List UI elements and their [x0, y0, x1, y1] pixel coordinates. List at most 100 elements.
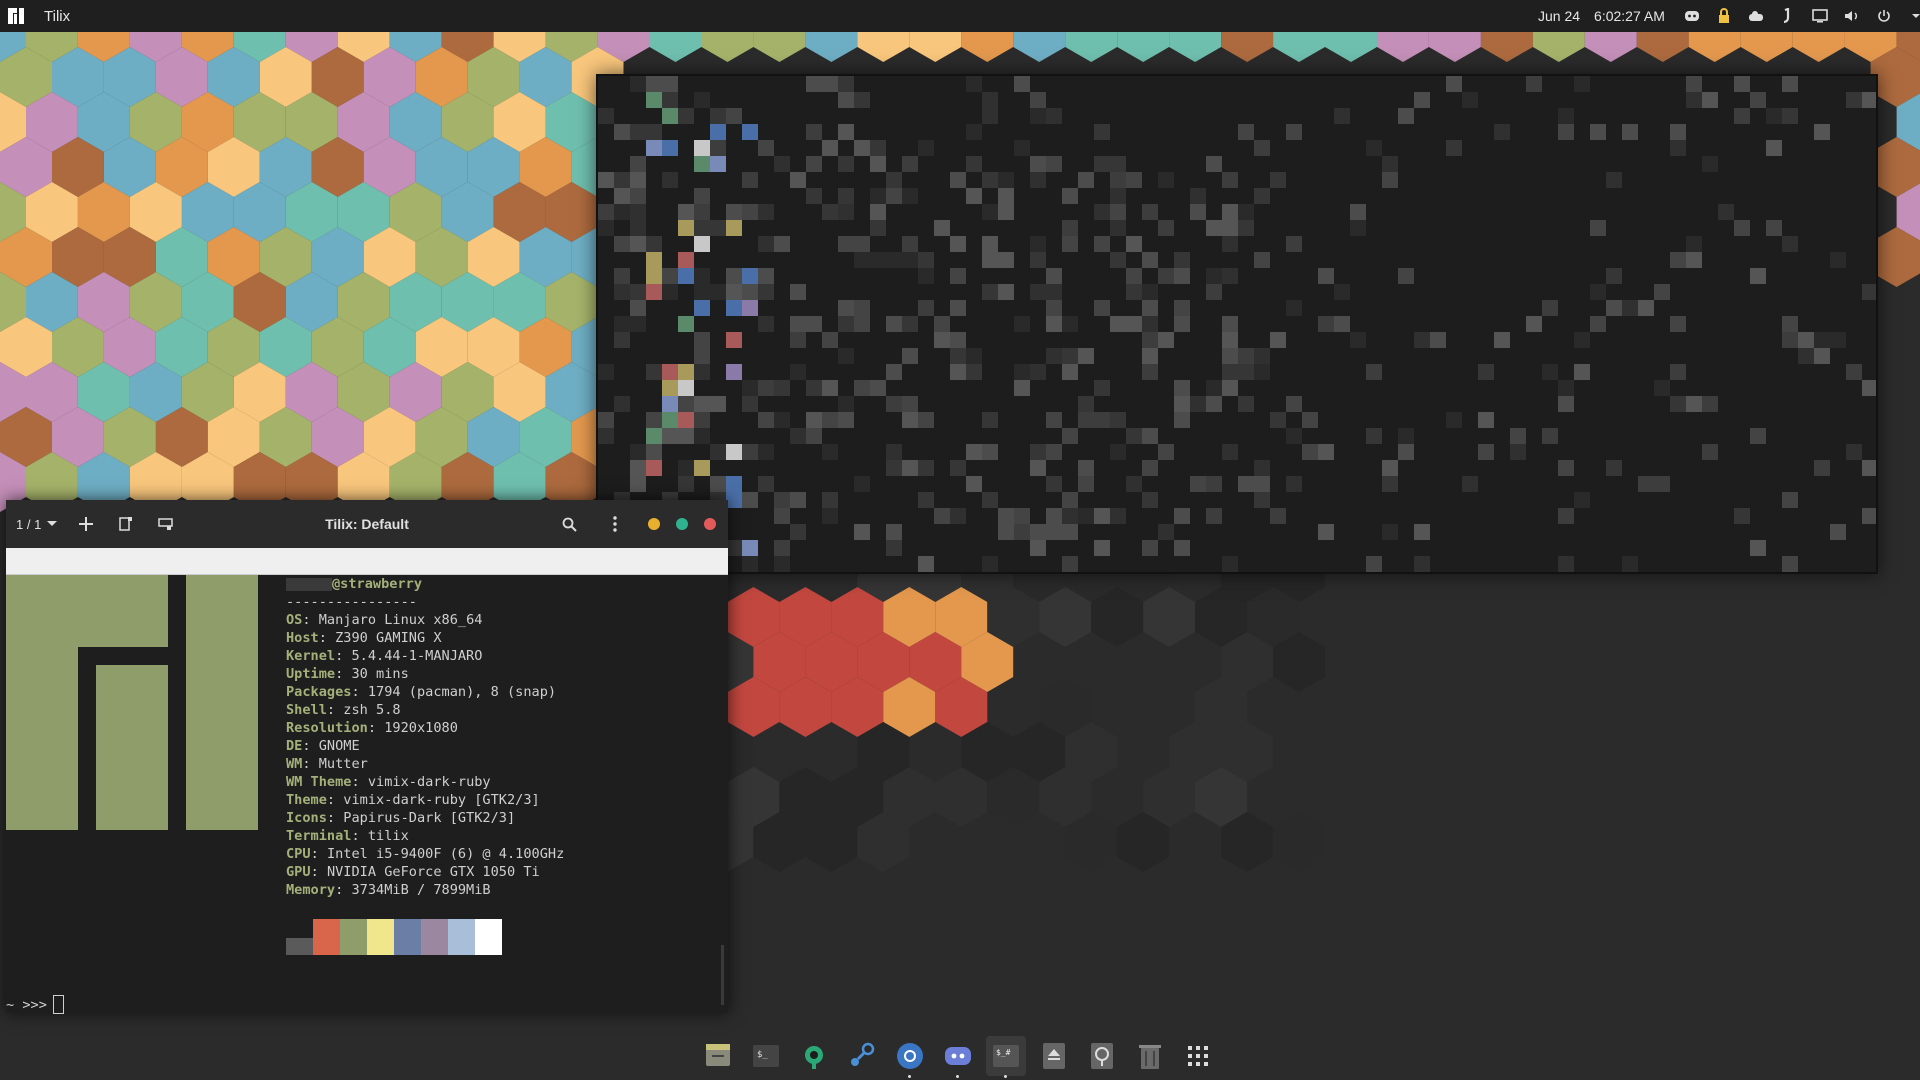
palette-swatch — [421, 919, 448, 955]
neofetch-key: Kernel — [286, 648, 336, 664]
app-menu[interactable]: Tilix — [44, 8, 70, 25]
running-indicator — [956, 1075, 959, 1078]
menu-button[interactable] — [600, 509, 630, 539]
volume-icon[interactable] — [1843, 7, 1861, 25]
neofetch-key: Resolution — [286, 720, 368, 736]
neofetch-value: tilix — [367, 828, 409, 844]
cloud-icon[interactable] — [1747, 7, 1765, 25]
dock-settings[interactable] — [794, 1036, 834, 1076]
neofetch-line: Packages: 1794 (pacman), 8 (snap) — [286, 684, 557, 700]
disk-icon — [1091, 1043, 1113, 1069]
dock-steam[interactable] — [842, 1036, 882, 1076]
wrench-icon — [805, 1046, 823, 1069]
shell-prompt[interactable]: ~ >>> — [6, 995, 64, 1014]
svg-text:$_: $_ — [757, 1050, 768, 1060]
steam-icon — [851, 1042, 875, 1066]
dock-disk[interactable] — [1082, 1036, 1122, 1076]
split-right-icon — [119, 517, 133, 531]
dock-chromium[interactable] — [890, 1036, 930, 1078]
lock-icon[interactable] — [1715, 7, 1733, 25]
username-redacted — [286, 577, 332, 591]
neofetch-line: Terminal: tilix — [286, 828, 409, 844]
neofetch-key: Host — [286, 630, 319, 646]
session-switcher[interactable]: 1 / 1 — [16, 509, 58, 539]
neofetch-value: 1794 (pacman), 8 (snap) — [367, 684, 557, 700]
neofetch-line: WM Theme: vimix-dark-ruby — [286, 774, 491, 790]
plus-icon — [79, 517, 94, 531]
neofetch-key: Theme — [286, 792, 327, 808]
svg-text:$_#: $_# — [996, 1048, 1011, 1057]
neofetch-line: Icons: Papirus-Dark [GTK2/3] — [286, 810, 516, 826]
dash-to-dock: $_ $_# — [698, 1036, 1218, 1078]
kebab-menu-icon — [613, 516, 617, 532]
chromium-icon — [897, 1043, 923, 1069]
terminal-scrollbar[interactable] — [721, 945, 724, 1005]
palette-swatch — [313, 919, 340, 955]
session-label: 1 / 1 — [16, 516, 42, 532]
neofetch-value: GNOME — [318, 738, 360, 754]
top-bar: Tilix Jun 24 6:02:27 AM — [0, 0, 1920, 32]
new-session-button[interactable] — [71, 509, 101, 539]
terminal-title-bar[interactable] — [6, 548, 728, 575]
screen-icon[interactable] — [1811, 7, 1829, 25]
dock-app-grid[interactable] — [1178, 1036, 1218, 1076]
tilix-icon: $_# — [993, 1045, 1019, 1067]
close-button[interactable] — [704, 518, 716, 530]
dock-discord[interactable] — [938, 1036, 978, 1078]
system-tray[interactable] — [1683, 0, 1920, 32]
neofetch-line: OS: Manjaro Linux x86_64 — [286, 612, 483, 628]
dock-terminal[interactable]: $_ — [746, 1036, 786, 1076]
neofetch-value: NVIDIA GeForce GTX 1050 Ti — [326, 864, 540, 880]
neofetch-key: Icons — [286, 810, 327, 826]
clock-time: 6:02:27 AM — [1594, 8, 1665, 24]
neofetch-key: WM — [286, 756, 303, 772]
background-window-obscured[interactable] — [596, 74, 1878, 574]
running-indicator — [1004, 1075, 1007, 1078]
discord-icon — [945, 1047, 971, 1065]
eject-icon — [1043, 1043, 1065, 1069]
neofetch-value: 3734MiB / 7899MiB — [351, 882, 491, 898]
neofetch-separator: ---------------- — [286, 594, 417, 610]
palette-swatch — [448, 919, 475, 955]
trash-icon — [1139, 1045, 1161, 1069]
neofetch-value: Z390 GAMING X — [335, 630, 442, 646]
neofetch-value: vimix-dark-ruby — [367, 774, 491, 790]
add-terminal-right-button[interactable] — [111, 509, 141, 539]
palette-swatch — [475, 919, 502, 955]
neofetch-value: vimix-dark-ruby [GTK2/3] — [343, 792, 540, 808]
neofetch-key: Terminal — [286, 828, 352, 844]
neofetch-line: WM: Mutter — [286, 756, 368, 772]
palette-swatch — [367, 919, 394, 955]
neofetch-value: Papirus-Dark [GTK2/3] — [343, 810, 516, 826]
find-button[interactable] — [554, 509, 584, 539]
neofetch-line: Uptime: 30 mins — [286, 666, 409, 682]
add-terminal-down-button[interactable] — [151, 509, 181, 539]
split-down-icon — [158, 518, 174, 530]
dock-trash[interactable] — [1130, 1036, 1170, 1076]
neofetch-line: Theme: vimix-dark-ruby [GTK2/3] — [286, 792, 540, 808]
manjaro-logo-icon — [8, 8, 24, 24]
neofetch-value: Intel i5-9400F (6) @ 4.100GHz — [326, 846, 565, 862]
chevron-down-icon[interactable] — [1907, 7, 1920, 25]
neofetch-line: Shell: zsh 5.8 — [286, 702, 401, 718]
power-icon[interactable] — [1875, 7, 1893, 25]
dock-tilix[interactable]: $_# — [986, 1036, 1026, 1078]
maximize-button[interactable] — [676, 518, 688, 530]
clock[interactable]: Jun 24 6:02:27 AM — [1538, 0, 1665, 32]
tilix-window[interactable]: 1 / 1 Tilix: Default @strawberry -------… — [6, 500, 728, 1014]
tilix-headerbar[interactable]: 1 / 1 Tilix: Default — [6, 500, 728, 548]
neofetch-line: Memory: 3734MiB / 7899MiB — [286, 882, 491, 898]
palette-swatch — [394, 919, 421, 955]
discord-icon[interactable] — [1683, 7, 1701, 25]
terminal-output[interactable]: @strawberry ---------------- OS: Manjaro… — [6, 575, 728, 1014]
steam-icon[interactable] — [1779, 7, 1797, 25]
neofetch-info: @strawberry ---------------- OS: Manjaro… — [286, 575, 564, 899]
dock-eject[interactable] — [1034, 1036, 1074, 1076]
dock-files[interactable] — [698, 1036, 738, 1076]
neofetch-line: CPU: Intel i5-9400F (6) @ 4.100GHz — [286, 846, 565, 862]
files-icon — [706, 1044, 730, 1066]
activities-button[interactable] — [0, 0, 32, 32]
neofetch-value: 30 mins — [351, 666, 409, 682]
minimize-button[interactable] — [648, 518, 660, 530]
neofetch-line: Kernel: 5.4.44-1-MANJARO — [286, 648, 483, 664]
